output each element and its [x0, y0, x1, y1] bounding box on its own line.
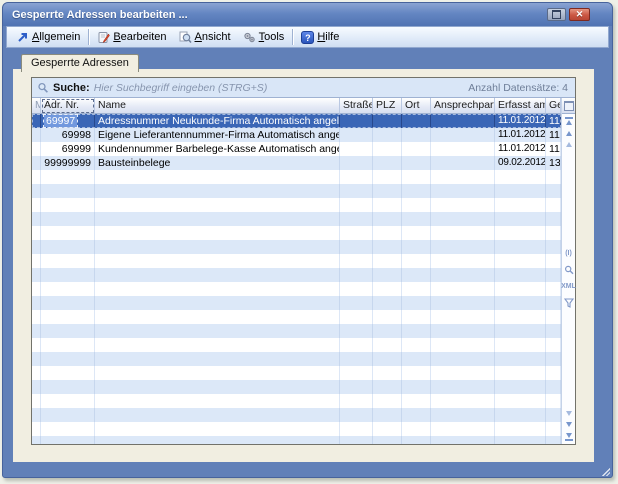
- tab-page: Suche: Anzahl Datensätze: 4 M Adr. Nr. N…: [13, 69, 594, 462]
- table-row[interactable]: [32, 352, 561, 366]
- title-bar[interactable]: Gesperrte Adressen bearbeiten ... ✕: [3, 3, 612, 26]
- column-header-plz[interactable]: PLZ: [373, 98, 402, 114]
- maximize-button[interactable]: [547, 8, 566, 21]
- view-magnifier-icon: [179, 31, 192, 44]
- search-bar: Suche: Anzahl Datensätze: 4: [32, 78, 575, 98]
- content-area: Gesperrte Adressen Suche: Anzahl Datensä…: [3, 49, 612, 477]
- table-row[interactable]: [32, 310, 561, 324]
- scroll-down-button[interactable]: [566, 422, 572, 427]
- close-button[interactable]: ✕: [569, 8, 590, 21]
- table-row[interactable]: 69997 Adressnummer Neukunde-Firma Automa…: [32, 114, 561, 128]
- tab-gesperrte-adressen[interactable]: Gesperrte Adressen: [21, 54, 139, 72]
- scroll-to-top-button[interactable]: [565, 117, 573, 125]
- maximize-icon: [552, 10, 561, 19]
- arrow-up-right-icon: [16, 31, 29, 44]
- column-header-erfasst-am[interactable]: Erfasst am: [495, 98, 546, 114]
- column-header-ort[interactable]: Ort: [402, 98, 431, 114]
- column-chooser-button[interactable]: [562, 98, 575, 114]
- search-label: Suche:: [53, 82, 90, 94]
- grid-rows: 69997 Adressnummer Neukunde-Firma Automa…: [32, 114, 561, 444]
- grid-header-row: M Adr. Nr. Name Straße PLZ Ort Ansprechp…: [32, 98, 561, 114]
- menu-separator: [292, 29, 293, 45]
- scroll-to-bottom-button[interactable]: [565, 433, 573, 441]
- table-row[interactable]: [32, 282, 561, 296]
- filter-icon[interactable]: [564, 298, 574, 308]
- gears-icon: [243, 31, 256, 44]
- app-window: Gesperrte Adressen bearbeiten ... ✕ Allg…: [2, 2, 613, 478]
- edit-notebook-icon: [97, 31, 110, 44]
- menu-item-ansicht[interactable]: Ansicht: [173, 28, 237, 46]
- grid-search-icon[interactable]: [564, 265, 574, 275]
- table-row[interactable]: 69999 Kundennummer Barbelege-Kasse Autom…: [32, 142, 561, 156]
- search-input[interactable]: [94, 82, 465, 94]
- data-grid: M Adr. Nr. Name Straße PLZ Ort Ansprechp…: [32, 98, 575, 444]
- table-row[interactable]: [32, 296, 561, 310]
- column-header-strasse[interactable]: Straße: [340, 98, 373, 114]
- scroll-up-button[interactable]: [566, 131, 572, 136]
- table-row[interactable]: [32, 170, 561, 184]
- table-row[interactable]: [32, 366, 561, 380]
- table-row[interactable]: [32, 212, 561, 226]
- menu-item-bearbeiten[interactable]: Bearbeiten: [91, 28, 172, 46]
- table-row[interactable]: 99999999 Bausteinbelege 09.02.2012 13.: [32, 156, 561, 170]
- help-question-icon: ?: [301, 31, 314, 44]
- table-row[interactable]: 69998 Eigene Lieferantennummer-Firma Aut…: [32, 128, 561, 142]
- focused-cell[interactable]: 69997: [44, 115, 77, 127]
- column-header-adr-nr[interactable]: Adr. Nr.: [41, 98, 95, 114]
- window-title: Gesperrte Adressen bearbeiten ...: [12, 9, 547, 21]
- table-row[interactable]: [32, 198, 561, 212]
- xml-export-icon[interactable]: XML: [561, 283, 576, 290]
- table-row[interactable]: [32, 240, 561, 254]
- menu-bar: Allgemein Bearbeiten Ansicht Tools ? Hil…: [6, 26, 609, 48]
- menu-item-tools[interactable]: Tools: [237, 28, 291, 46]
- table-row[interactable]: [32, 422, 561, 436]
- table-row[interactable]: [32, 324, 561, 338]
- table-row[interactable]: [32, 184, 561, 198]
- grid-panel: Suche: Anzahl Datensätze: 4 M Adr. Nr. N…: [31, 77, 576, 445]
- column-header-ansprechpartner[interactable]: Ansprechpartner: [431, 98, 495, 114]
- menu-item-allgemein[interactable]: Allgemein: [10, 28, 86, 46]
- column-header-name[interactable]: Name: [95, 98, 340, 114]
- page-up-button[interactable]: [566, 142, 572, 147]
- table-row[interactable]: [32, 408, 561, 422]
- search-icon: [37, 82, 49, 94]
- menu-separator: [88, 29, 89, 45]
- table-row[interactable]: [32, 394, 561, 408]
- menu-item-hilfe[interactable]: ? Hilfe: [295, 28, 345, 46]
- table-row[interactable]: [32, 380, 561, 394]
- band-options-icon[interactable]: (I): [565, 250, 572, 257]
- page-down-button[interactable]: [566, 411, 572, 416]
- column-header-geaendert[interactable]: Ge: [546, 98, 561, 114]
- table-row[interactable]: [32, 338, 561, 352]
- grid-scroll-strip: (I) XML: [561, 98, 575, 444]
- table-row[interactable]: [32, 436, 561, 444]
- table-row[interactable]: [32, 268, 561, 282]
- table-row[interactable]: [32, 226, 561, 240]
- table-row[interactable]: [32, 254, 561, 268]
- record-count: Anzahl Datensätze: 4: [468, 82, 570, 94]
- column-chooser-icon: [564, 101, 574, 111]
- resize-grip[interactable]: [602, 468, 610, 476]
- column-header-marker[interactable]: M: [32, 98, 41, 114]
